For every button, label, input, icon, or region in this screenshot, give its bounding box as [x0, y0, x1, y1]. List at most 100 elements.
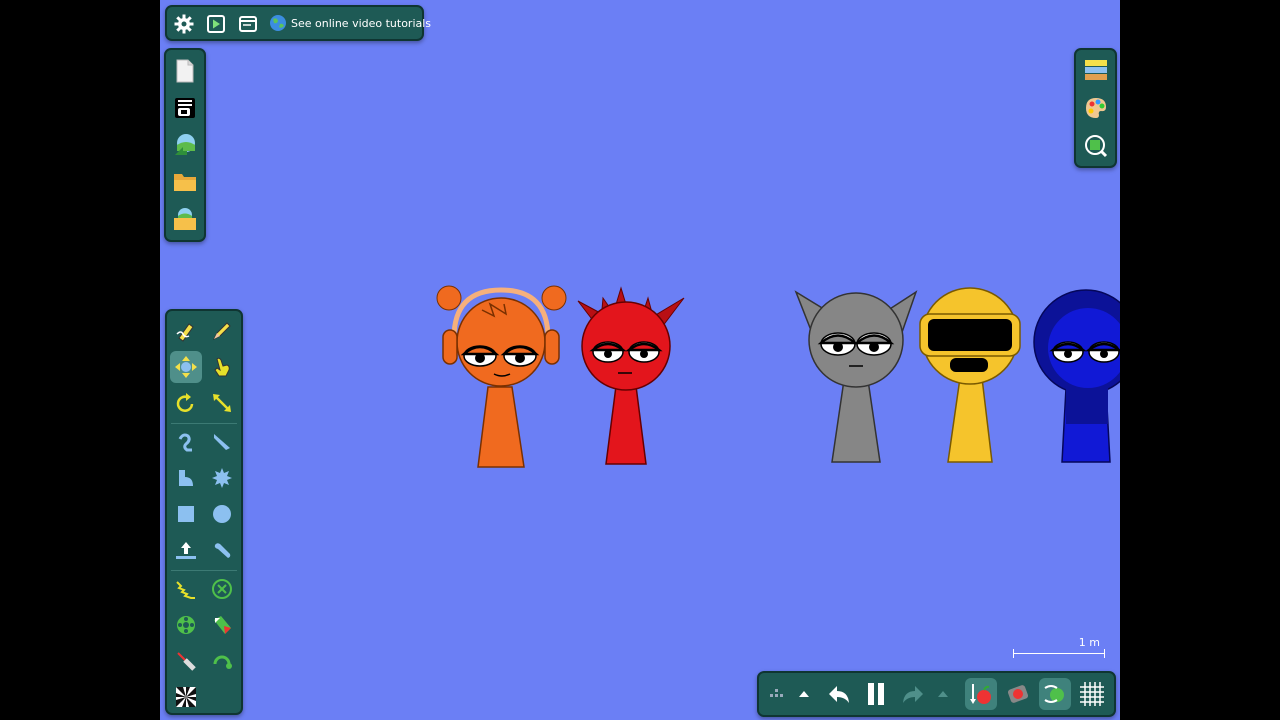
scene-folder-icon [174, 208, 196, 230]
draw-pen-icon [176, 323, 194, 342]
view-panel [1074, 48, 1117, 168]
move-arrows-icon [175, 356, 197, 378]
box-tool[interactable] [170, 498, 202, 530]
plane-tool[interactable] [170, 534, 202, 566]
hinge-tool[interactable] [170, 609, 202, 641]
circle-tool[interactable] [206, 498, 238, 530]
sync-toggle[interactable] [1039, 678, 1071, 710]
scale-label: 1 m [1078, 636, 1100, 649]
window-icon [239, 16, 257, 32]
polygon-shape-icon [179, 470, 193, 486]
redo-more-button[interactable] [931, 678, 955, 710]
blank-page-icon [176, 59, 194, 83]
caret-up-icon [799, 691, 809, 697]
rotate-icon [176, 393, 194, 412]
bottom-toolbar [757, 671, 1116, 717]
attraction-toggle[interactable] [1002, 678, 1034, 710]
pencil-icon [212, 322, 231, 341]
laser-tool[interactable] [170, 645, 202, 677]
palette-icon [1086, 98, 1106, 118]
tool-separator [171, 423, 237, 424]
brush-tool[interactable] [206, 534, 238, 566]
gravity-apple-icon [970, 684, 991, 704]
wind-sync-icon [1044, 685, 1064, 703]
knife-tool[interactable] [206, 426, 238, 458]
drag-tool[interactable] [206, 351, 238, 383]
character-gray[interactable] [792, 290, 922, 466]
thruster-icon [214, 616, 231, 634]
hinge-wheel-icon [177, 616, 195, 634]
resize-arrow-icon [213, 394, 231, 412]
window-button[interactable] [232, 8, 264, 40]
tracer-tool[interactable] [206, 645, 238, 677]
load-scene-button[interactable] [169, 129, 201, 161]
pencil-tool[interactable] [206, 315, 238, 347]
new-file-button[interactable] [169, 55, 201, 87]
file-panel [164, 48, 206, 242]
gear-tool[interactable] [206, 462, 238, 494]
zoom-button[interactable] [1080, 130, 1112, 162]
spiral-icon [176, 687, 196, 707]
scale-tool[interactable] [206, 387, 238, 419]
fixate-x-icon [212, 579, 232, 599]
attraction-icon [1007, 685, 1029, 703]
hand-pointer-icon [214, 357, 230, 377]
spring-icon [176, 581, 195, 599]
spring-tool[interactable] [170, 573, 202, 605]
draw-tool[interactable] [170, 315, 202, 347]
save-icon [175, 98, 195, 118]
scale-line [1013, 649, 1105, 658]
folder-icon [174, 174, 196, 191]
tool-panel [165, 309, 243, 715]
character-red[interactable] [566, 286, 686, 470]
save-button[interactable] [169, 92, 201, 124]
settings-button[interactable] [168, 8, 200, 40]
scene-open-icon [175, 134, 195, 155]
spiral-tool[interactable] [170, 681, 202, 713]
laser-icon [177, 652, 196, 671]
top-toolbar: See online video tutorials [165, 5, 431, 41]
thruster-tool[interactable] [206, 609, 238, 641]
undo-button[interactable] [823, 678, 855, 710]
play-mode-button[interactable] [200, 8, 232, 40]
simulation-canvas[interactable] [160, 0, 1120, 720]
zoom-icon [1085, 135, 1108, 158]
scale-indicator: 1 m [1012, 636, 1108, 662]
grid-dots-button[interactable] [760, 678, 792, 710]
grid-toggle[interactable] [1076, 678, 1108, 710]
tutorials-link[interactable]: See online video tutorials [269, 7, 431, 39]
rope-icon [178, 433, 192, 452]
rope-tool[interactable] [170, 426, 202, 458]
pause-icon [868, 683, 884, 705]
redo-arrow-icon [903, 686, 923, 703]
gear-icon [174, 14, 194, 34]
fixate-tool[interactable] [206, 573, 238, 605]
polygon-tool[interactable] [170, 462, 202, 494]
caret-up-icon [938, 691, 948, 697]
tool-separator [171, 570, 237, 571]
knife-icon [214, 434, 230, 450]
play-window-icon [207, 15, 225, 33]
globe-icon [270, 15, 286, 31]
redo-button[interactable] [897, 678, 929, 710]
open-folder-button[interactable] [169, 166, 201, 198]
grid-icon [1080, 682, 1104, 706]
layers-button[interactable] [1080, 54, 1112, 86]
move-tool[interactable] [170, 351, 202, 383]
plane-icon [176, 542, 196, 559]
dots-grid-icon [770, 689, 783, 697]
palette-button[interactable] [1080, 92, 1112, 124]
character-orange[interactable] [432, 282, 567, 472]
tutorials-label: See online video tutorials [291, 16, 432, 30]
pause-button[interactable] [860, 678, 892, 710]
gear-shape-icon [212, 468, 232, 488]
browse-scenes-button[interactable] [169, 203, 201, 235]
rotate-tool[interactable] [170, 387, 202, 419]
undo-arrow-icon [829, 686, 849, 703]
character-yellow[interactable] [916, 286, 1026, 466]
brush-icon [214, 543, 231, 558]
undo-more-button[interactable] [792, 678, 816, 710]
character-blue[interactable] [1032, 288, 1120, 468]
layers-icon [1085, 60, 1107, 80]
gravity-toggle[interactable] [965, 678, 997, 710]
